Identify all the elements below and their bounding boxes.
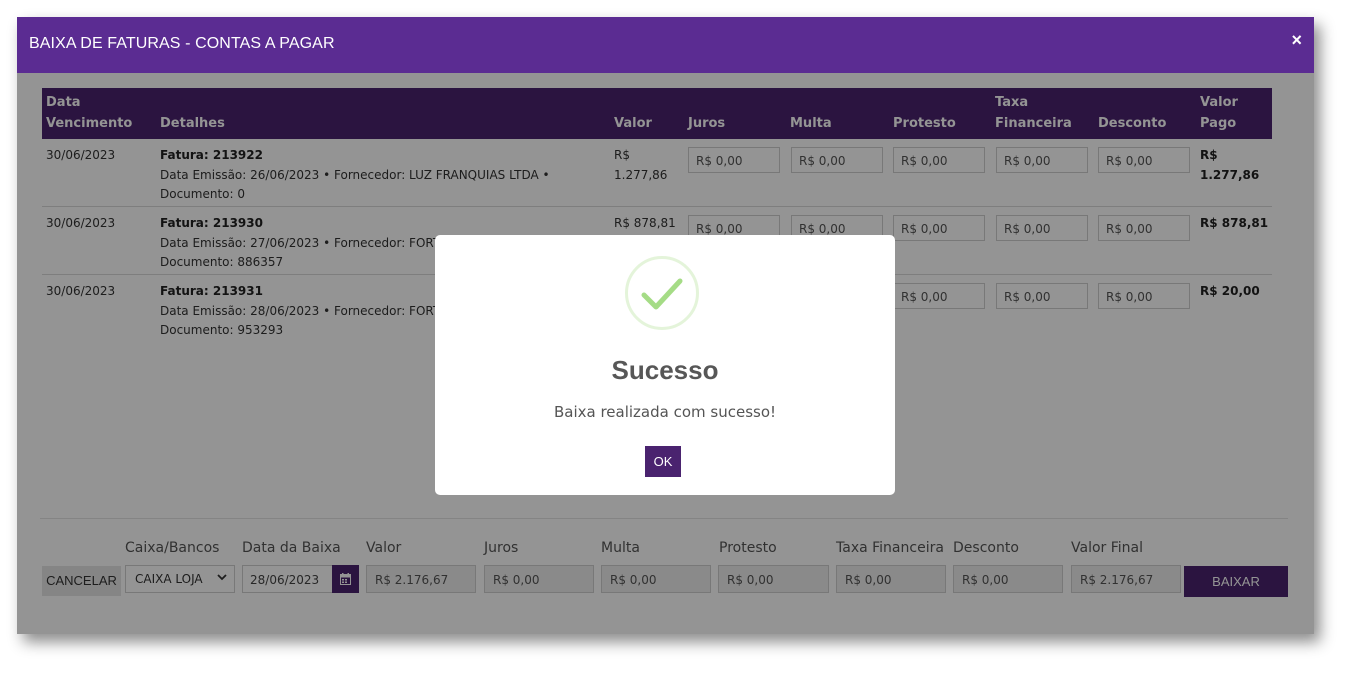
modal-title: BAIXA DE FATURAS - CONTAS A PAGAR [29, 35, 335, 52]
close-icon[interactable]: × [1291, 30, 1302, 51]
success-check-icon [625, 256, 699, 330]
modal-header: BAIXA DE FATURAS - CONTAS A PAGAR × [17, 17, 1314, 73]
dialog-title: Sucesso [611, 355, 719, 385]
ok-button[interactable]: OK [645, 446, 681, 477]
success-dialog: Sucesso Baixa realizada com sucesso! OK [435, 235, 895, 495]
dialog-message: Baixa realizada com sucesso! [553, 403, 777, 421]
